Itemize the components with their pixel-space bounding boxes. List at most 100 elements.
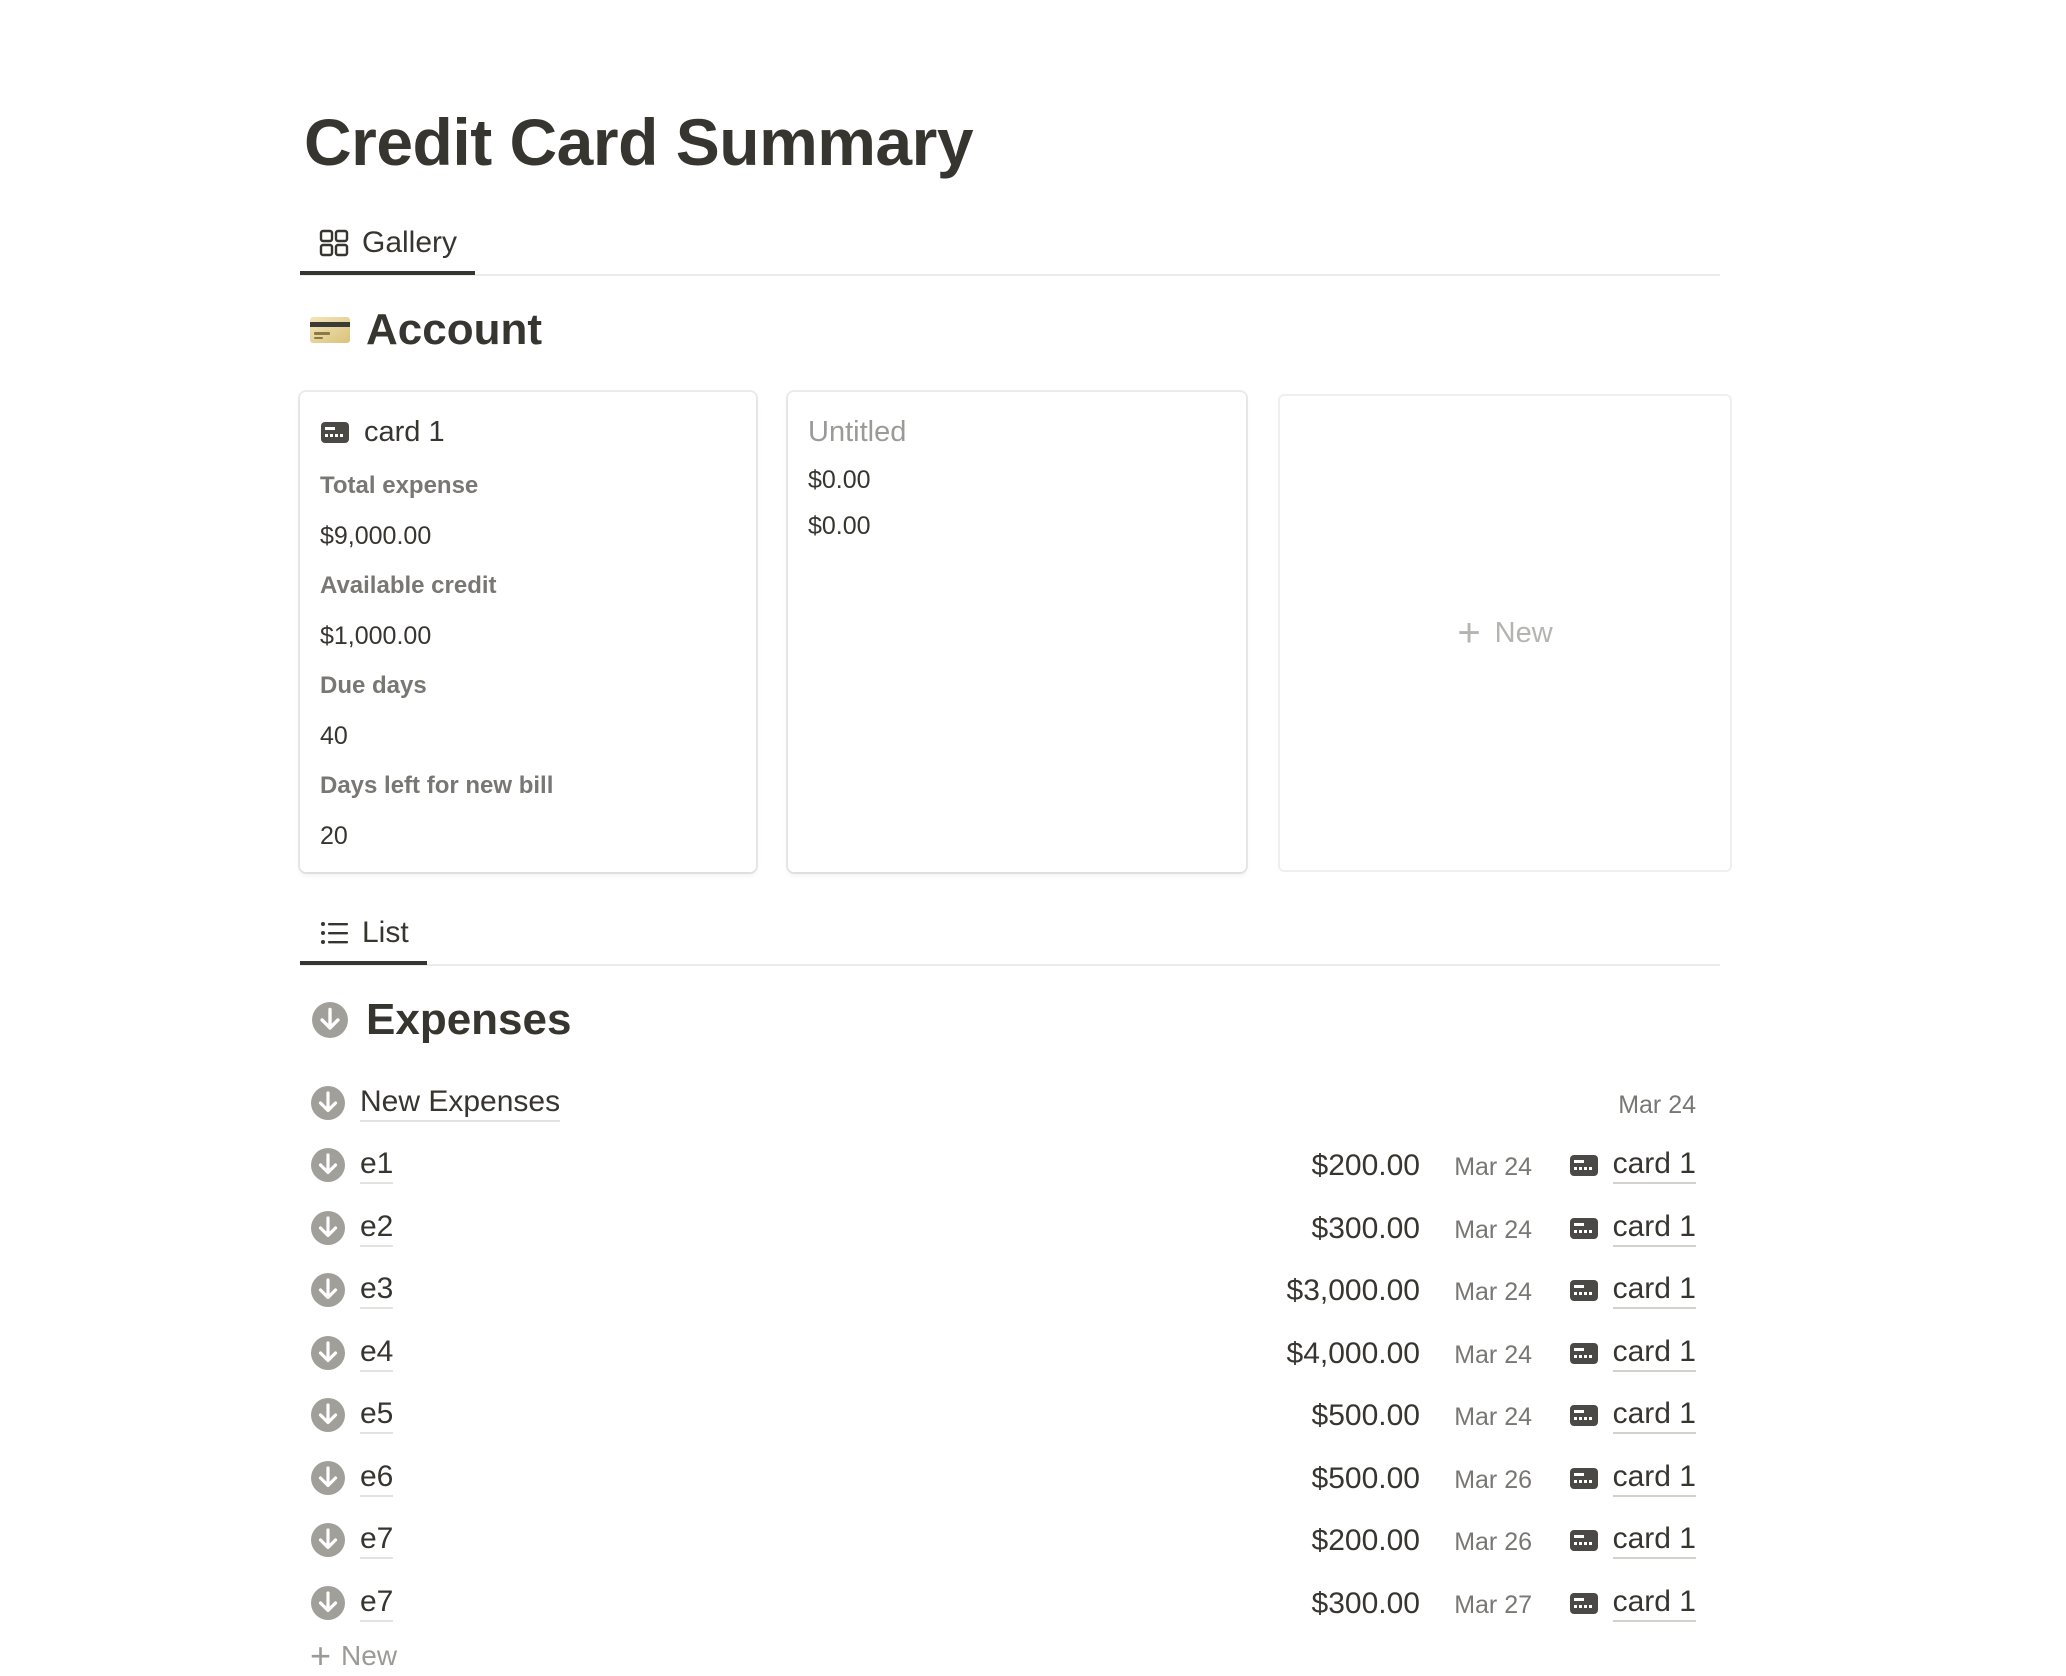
gallery-grid-icon [319, 229, 349, 257]
list-item-name[interactable]: New Expenses [360, 1084, 561, 1122]
list-item-amount: $300.00 [1311, 1211, 1420, 1245]
list-item-card-link[interactable]: card 1 [1569, 1209, 1696, 1247]
credit-card-emoji-icon [308, 308, 352, 352]
gallery-card-card-1[interactable]: card 1 Total expense $9,000.00 Available… [300, 392, 756, 872]
prop-value-untitled-1: $0.00 [808, 466, 871, 494]
arrow-down-circle-icon [311, 1335, 345, 1370]
list-item-card-name: card 1 [1612, 1146, 1696, 1184]
new-card-button[interactable]: + New [1278, 394, 1732, 872]
page-title: Credit Card Summary [304, 105, 974, 179]
list-item-card-link[interactable]: card 1 [1569, 1334, 1696, 1372]
list-item-card-name: card 1 [1612, 1459, 1696, 1497]
list-item[interactable]: e2 $300.00 Mar 24 card 1 [300, 1197, 1720, 1259]
list-item-card-link[interactable]: card 1 [1569, 1584, 1696, 1622]
list-item-date: Mar 24 [1454, 1278, 1532, 1306]
card-icon [1569, 1405, 1598, 1426]
list-item-date: Mar 24 [1454, 1215, 1532, 1244]
arrow-down-circle-icon [311, 1460, 345, 1495]
list-item-amount: $200.00 [1311, 1524, 1420, 1557]
list-item-name[interactable]: e3 [360, 1271, 394, 1309]
list-item-card-name: card 1 [1612, 1521, 1696, 1559]
list-item-date: Mar 24 [1454, 1403, 1532, 1431]
list-item-card-name: card 1 [1612, 1271, 1696, 1309]
list-item-name[interactable]: e7 [360, 1521, 394, 1559]
card-title: card 1 [320, 412, 736, 452]
list-item-card-name: card 1 [1612, 1334, 1696, 1372]
tab-list-label: List [362, 916, 409, 949]
list-item-date: Mar 24 [1454, 1153, 1532, 1181]
list-item-card-name: card 1 [1612, 1584, 1696, 1622]
list-item[interactable]: e6 $500.00 Mar 26 card 1 [300, 1447, 1720, 1509]
card-title-untitled: Untitled [808, 415, 907, 448]
expenses-section-title: Expenses [366, 995, 572, 1044]
prop-value-available-credit: $1,000.00 [320, 622, 432, 650]
card-icon [1569, 1280, 1598, 1301]
gallery-card-untitled[interactable]: Untitled $0.00 $0.00 [788, 392, 1246, 872]
gallery-view-tabs: Gallery [300, 214, 1720, 276]
card-title-text: card 1 [364, 415, 445, 448]
card-icon [1569, 1155, 1598, 1176]
list-item-date: Mar 26 [1454, 1528, 1532, 1556]
prop-label-total-expense: Total expense [320, 472, 479, 499]
list-item-amount: $200.00 [1311, 1149, 1420, 1182]
bullet-list-icon [321, 922, 348, 944]
list-item-amount: $500.00 [1311, 1399, 1420, 1432]
list-view-tabs: List [300, 904, 1720, 966]
list-item-name[interactable]: e4 [360, 1334, 394, 1372]
add-expense-label: New [341, 1640, 398, 1671]
list-item-name[interactable]: e7 [360, 1584, 394, 1622]
list-item-name[interactable]: e2 [360, 1209, 394, 1247]
list-item-date: Mar 24 [1454, 1340, 1532, 1369]
list-item-card-link[interactable]: card 1 [1569, 1459, 1696, 1497]
list-item-new-expenses[interactable]: New Expenses Mar 24 [300, 1072, 1720, 1134]
arrow-down-circle-icon [308, 998, 352, 1042]
prop-label-days-left: Days left for new bill [320, 772, 554, 799]
list-item-card-link[interactable]: card 1 [1569, 1146, 1696, 1184]
list-item[interactable]: e3 $3,000.00 Mar 24 card 1 [300, 1259, 1720, 1321]
list-item[interactable]: e7 $300.00 Mar 27 card 1 [300, 1572, 1720, 1634]
tab-gallery[interactable]: Gallery [300, 214, 476, 275]
list-item-name[interactable]: e6 [360, 1459, 394, 1497]
card-icon [1569, 1342, 1598, 1364]
prop-value-days-left: 20 [320, 822, 348, 850]
list-item-card-link[interactable]: card 1 [1569, 1521, 1696, 1559]
card-icon [1569, 1530, 1598, 1551]
list-item-card-name: card 1 [1612, 1209, 1696, 1247]
arrow-down-circle-icon [311, 1210, 345, 1245]
list-item-amount: $4,000.00 [1286, 1336, 1420, 1370]
prop-value-due-days: 40 [320, 722, 348, 750]
arrow-down-circle-icon [311, 1273, 345, 1307]
list-item-date: Mar 27 [1454, 1590, 1532, 1619]
card-icon [1569, 1592, 1598, 1614]
arrow-down-circle-icon [311, 1398, 345, 1432]
account-section-header: Account [308, 302, 542, 358]
list-item[interactable]: e5 $500.00 Mar 24 card 1 [300, 1384, 1720, 1446]
list-item-card-name: card 1 [1612, 1396, 1696, 1434]
list-item[interactable]: e1 $200.00 Mar 24 card 1 [300, 1134, 1720, 1196]
list-item-card-link[interactable]: card 1 [1569, 1271, 1696, 1309]
list-item-date: Mar 24 [1618, 1091, 1696, 1119]
list-item-name[interactable]: e1 [360, 1146, 394, 1184]
list-item-amount: $500.00 [1311, 1461, 1420, 1495]
card-icon [1569, 1217, 1598, 1239]
account-section-title: Account [366, 305, 542, 354]
prop-value-untitled-2: $0.00 [808, 512, 871, 540]
list-item-amount: $3,000.00 [1286, 1274, 1420, 1307]
prop-value-total-expense: $9,000.00 [320, 522, 432, 550]
arrow-down-circle-icon [311, 1148, 345, 1182]
new-card-label: New [1494, 616, 1553, 649]
list-item[interactable]: e7 $200.00 Mar 26 card 1 [300, 1509, 1720, 1571]
tab-list[interactable]: List [300, 904, 427, 965]
list-item[interactable]: e4 $4,000.00 Mar 24 card 1 [300, 1322, 1720, 1384]
expenses-section-header: Expenses [308, 992, 571, 1048]
add-expense-button[interactable]: + New [310, 1638, 397, 1674]
list-item-date: Mar 26 [1454, 1465, 1532, 1494]
tab-gallery-label: Gallery [362, 226, 458, 259]
list-item-card-link[interactable]: card 1 [1569, 1396, 1696, 1434]
prop-label-due-days: Due days [320, 672, 427, 699]
list-item-name[interactable]: e5 [360, 1396, 394, 1434]
card-icon [321, 422, 349, 443]
arrow-down-circle-icon [311, 1523, 345, 1557]
plus-icon: + [1457, 611, 1481, 655]
arrow-down-circle-icon [311, 1086, 345, 1120]
